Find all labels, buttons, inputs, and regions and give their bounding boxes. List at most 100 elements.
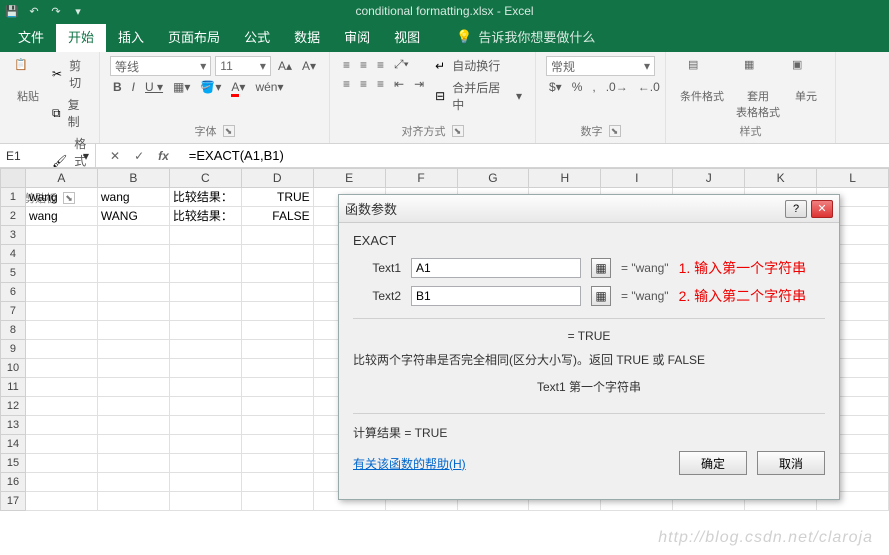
align-left-button[interactable]: ≡ bbox=[340, 76, 353, 92]
cell[interactable] bbox=[242, 264, 314, 283]
cell[interactable] bbox=[26, 283, 98, 302]
number-format-select[interactable]: 常规▾ bbox=[546, 56, 655, 76]
align-top-button[interactable]: ≡ bbox=[340, 57, 353, 73]
row-header[interactable]: 16 bbox=[0, 473, 26, 492]
row-header[interactable]: 6 bbox=[0, 283, 26, 302]
col-header-E[interactable]: E bbox=[314, 168, 386, 188]
cell-styles-button[interactable]: ▣单元 bbox=[788, 56, 824, 122]
orientation-button[interactable]: ⤢▾ bbox=[391, 56, 412, 73]
font-size-select[interactable]: 11▾ bbox=[215, 56, 271, 76]
cell[interactable] bbox=[242, 473, 314, 492]
cell[interactable] bbox=[170, 454, 242, 473]
wrap-text-button[interactable]: 自动换行 bbox=[449, 56, 503, 75]
cell[interactable] bbox=[242, 226, 314, 245]
phonetic-button[interactable]: wén▾ bbox=[252, 79, 286, 95]
indent-increase-button[interactable]: ⇥ bbox=[411, 76, 427, 92]
row-header[interactable]: 8 bbox=[0, 321, 26, 340]
close-button[interactable]: ✕ bbox=[811, 200, 833, 218]
increase-font-button[interactable]: A▴ bbox=[275, 58, 295, 74]
cell[interactable] bbox=[98, 245, 170, 264]
merge-center-button[interactable]: 合并后居中 bbox=[449, 78, 509, 114]
text2-ref-button[interactable]: ▦ bbox=[591, 286, 611, 306]
indent-decrease-button[interactable]: ⇤ bbox=[391, 76, 407, 92]
row-header[interactable]: 9 bbox=[0, 340, 26, 359]
cell[interactable] bbox=[242, 492, 314, 511]
row-header[interactable]: 4 bbox=[0, 245, 26, 264]
cell[interactable] bbox=[26, 492, 98, 511]
cell[interactable] bbox=[170, 435, 242, 454]
row-header[interactable]: 15 bbox=[0, 454, 26, 473]
row-header[interactable]: 3 bbox=[0, 226, 26, 245]
cell[interactable] bbox=[26, 302, 98, 321]
cell[interactable] bbox=[170, 226, 242, 245]
italic-button[interactable]: I bbox=[129, 79, 138, 95]
cell[interactable] bbox=[170, 397, 242, 416]
tab-home[interactable]: 开始 bbox=[56, 21, 106, 52]
cell[interactable] bbox=[242, 359, 314, 378]
help-button[interactable]: ? bbox=[785, 200, 807, 218]
qat-dropdown-icon[interactable]: ▾ bbox=[70, 3, 86, 19]
cell[interactable] bbox=[98, 283, 170, 302]
cell[interactable]: 比较结果： bbox=[170, 188, 242, 207]
cell[interactable] bbox=[242, 283, 314, 302]
cell[interactable] bbox=[26, 264, 98, 283]
cell[interactable] bbox=[26, 435, 98, 454]
row-header[interactable]: 10 bbox=[0, 359, 26, 378]
cell[interactable] bbox=[242, 416, 314, 435]
cell[interactable] bbox=[98, 359, 170, 378]
cell[interactable] bbox=[26, 340, 98, 359]
cell[interactable] bbox=[170, 492, 242, 511]
currency-button[interactable]: $▾ bbox=[546, 79, 565, 95]
cell[interactable]: wang bbox=[26, 188, 98, 207]
cell[interactable] bbox=[170, 245, 242, 264]
cell[interactable] bbox=[170, 340, 242, 359]
row-header[interactable]: 5 bbox=[0, 264, 26, 283]
row-header[interactable]: 13 bbox=[0, 416, 26, 435]
cell[interactable]: TRUE bbox=[242, 188, 314, 207]
col-header-H[interactable]: H bbox=[529, 168, 601, 188]
cell[interactable] bbox=[98, 397, 170, 416]
comma-button[interactable]: , bbox=[589, 79, 598, 95]
cell[interactable] bbox=[98, 492, 170, 511]
bold-button[interactable]: B bbox=[110, 79, 125, 95]
ok-button[interactable]: 确定 bbox=[679, 451, 747, 475]
align-middle-button[interactable]: ≡ bbox=[357, 57, 370, 73]
col-header-C[interactable]: C bbox=[170, 168, 242, 188]
text1-ref-button[interactable]: ▦ bbox=[591, 258, 611, 278]
cut-button[interactable]: 剪切 bbox=[66, 56, 89, 92]
cell[interactable] bbox=[26, 321, 98, 340]
col-header-D[interactable]: D bbox=[242, 168, 314, 188]
tab-review[interactable]: 审阅 bbox=[332, 21, 382, 52]
col-header-I[interactable]: I bbox=[601, 168, 673, 188]
name-box[interactable]: E1▾ bbox=[0, 144, 96, 167]
cell[interactable] bbox=[26, 378, 98, 397]
row-header[interactable]: 2 bbox=[0, 207, 26, 226]
text2-input[interactable] bbox=[411, 286, 581, 306]
cell[interactable] bbox=[170, 321, 242, 340]
cell[interactable] bbox=[98, 378, 170, 397]
cell[interactable] bbox=[98, 264, 170, 283]
font-family-select[interactable]: 等线▾ bbox=[110, 56, 211, 76]
text1-input[interactable] bbox=[411, 258, 581, 278]
cell[interactable] bbox=[98, 435, 170, 454]
cell[interactable]: wang bbox=[26, 207, 98, 226]
tab-file[interactable]: 文件 bbox=[6, 21, 56, 52]
cell[interactable] bbox=[242, 321, 314, 340]
percent-button[interactable]: % bbox=[569, 79, 586, 95]
col-header-J[interactable]: J bbox=[673, 168, 745, 188]
tab-insert[interactable]: 插入 bbox=[106, 21, 156, 52]
cell[interactable] bbox=[98, 302, 170, 321]
col-header-G[interactable]: G bbox=[458, 168, 530, 188]
row-header[interactable]: 12 bbox=[0, 397, 26, 416]
cell[interactable] bbox=[98, 454, 170, 473]
font-launcher[interactable]: ⬊ bbox=[223, 125, 235, 137]
cell[interactable] bbox=[26, 359, 98, 378]
cell[interactable] bbox=[98, 321, 170, 340]
help-link[interactable]: 有关该函数的帮助(H) bbox=[353, 455, 466, 472]
cancel-formula-button[interactable]: ✕ bbox=[110, 149, 120, 163]
cancel-button[interactable]: 取消 bbox=[757, 451, 825, 475]
cell[interactable] bbox=[26, 226, 98, 245]
cell[interactable]: wang bbox=[98, 188, 170, 207]
dialog-titlebar[interactable]: 函数参数 ? ✕ bbox=[339, 195, 839, 223]
font-color-button[interactable]: A▾ bbox=[228, 79, 248, 95]
